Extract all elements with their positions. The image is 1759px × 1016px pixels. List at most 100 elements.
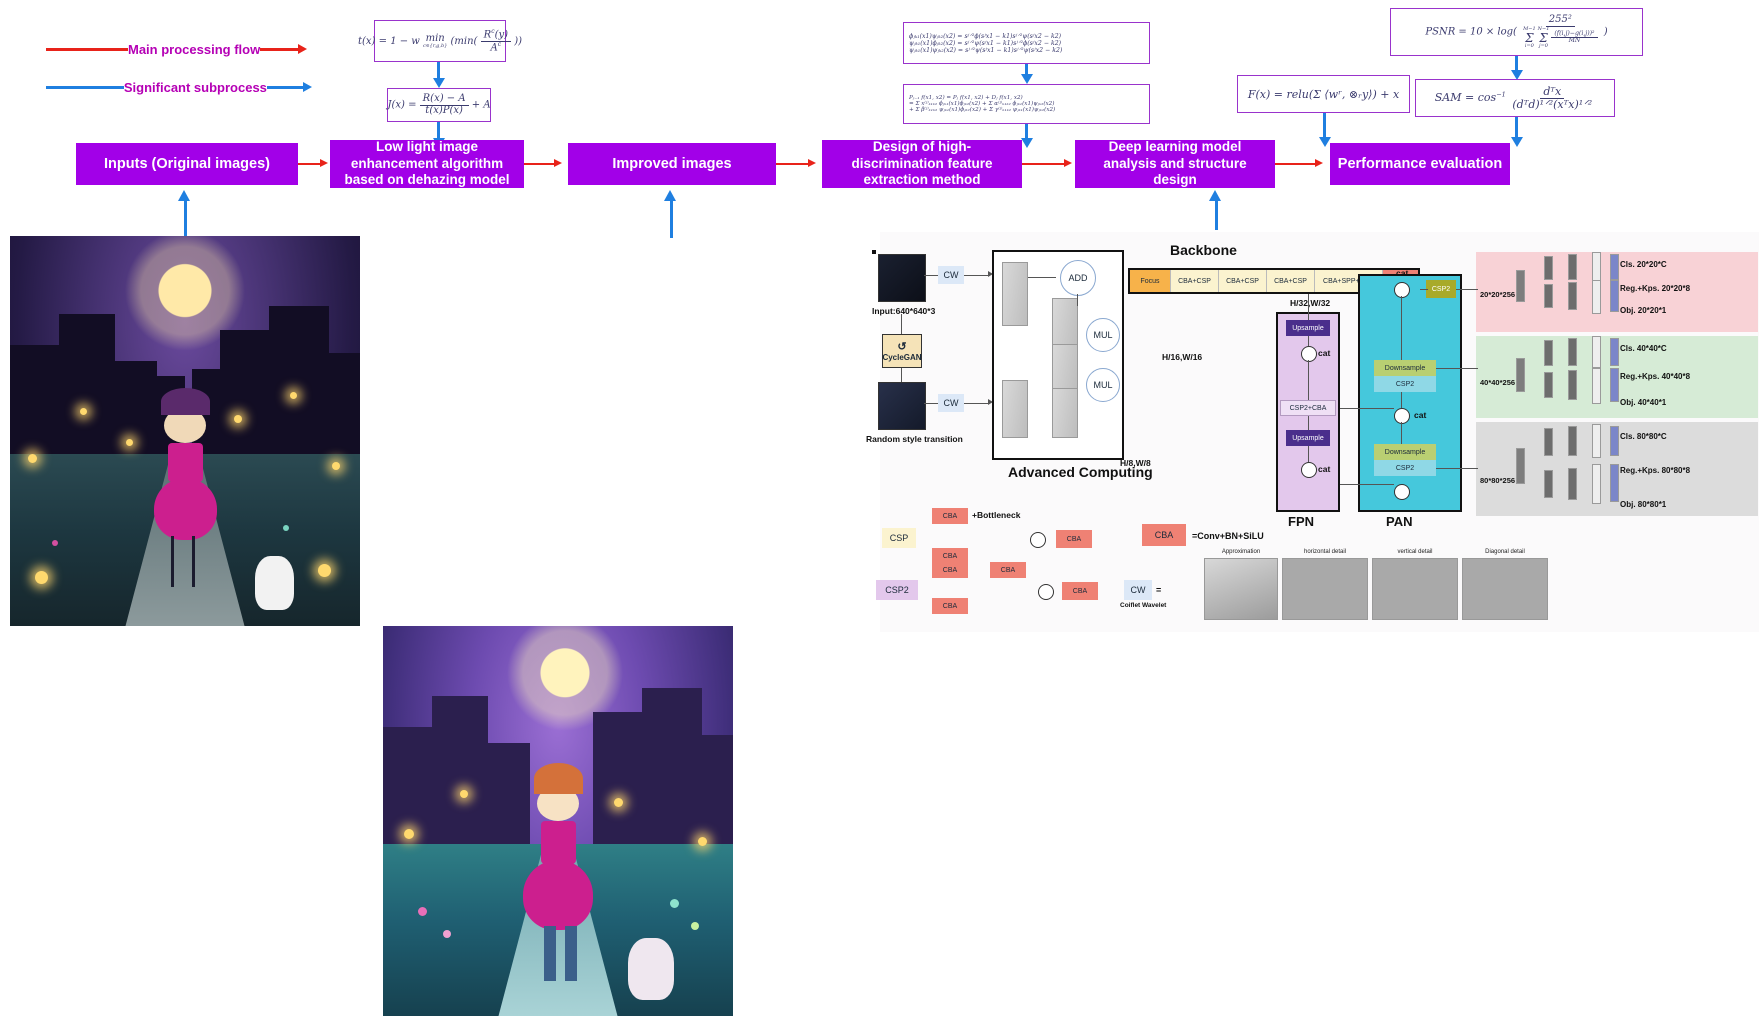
legend-cw-block: CW [1124, 580, 1152, 600]
psnr-sum2: N−1 Σ j=0 [1537, 25, 1550, 49]
formula-wavelet-decomposition: Pⱼ₋₁ f(x1, x2) = Pⱼ f(x1, x2) + Dⱼ f(x1,… [903, 84, 1150, 124]
head-output-obj-80: Obj. 80*80*1 [1620, 500, 1667, 509]
style-transition-label: Random style transition [866, 434, 963, 444]
network-architecture-diagram: Input:640*640*3 CW ↺ CycleGAN Random sty… [866, 232, 1759, 632]
flow-arrow-4 [1022, 163, 1064, 165]
input-image-thumbnail [878, 254, 926, 302]
backbone-block-cba-csp-2[interactable]: CBA+CSP [1218, 270, 1266, 292]
legend-subprocess-label: Significant subprocess [123, 79, 267, 95]
pan-downsample-2[interactable]: Downsample [1374, 444, 1436, 460]
formula-inner-close: )) [514, 35, 523, 47]
psnr-numerator: 255² [1545, 15, 1575, 27]
wavelet-label-approximation: Approximation [1221, 549, 1261, 555]
legend-csp-cba-1: CBA [932, 508, 968, 524]
head-output-obj-40: Obj. 40*40*1 [1620, 398, 1667, 407]
legend-subprocess-line [46, 85, 124, 89]
scale-label-16: H/16,W/16 [1162, 352, 1203, 362]
formula-transmission-lhs: t(x) = 1 − w [358, 35, 420, 47]
legend-cw-equals: = [1156, 585, 1162, 595]
psnr-inner-den: MN [1568, 37, 1581, 45]
process-box-low-light-label: Low light image enhancement algorithm ba… [344, 138, 510, 188]
wavelet-panel-vertical: vertical detail [1372, 549, 1458, 620]
legend-main-flow-line [46, 47, 128, 51]
min-op-subscript: c∈{r,g,b} [423, 42, 448, 49]
pan-cat-3 [1394, 484, 1410, 500]
mul-operator-2: MUL [1086, 368, 1120, 402]
arrow-down-icon [1511, 137, 1523, 147]
wavelet-label-vertical: vertical detail [1397, 549, 1433, 555]
min-operator: min c∈{r,g,b} [423, 32, 448, 49]
wavelet-panel-approximation: Approximation [1204, 549, 1278, 620]
arrow-up-icon [664, 190, 676, 201]
process-box-inputs[interactable]: Inputs (Original images) [76, 143, 298, 185]
formula-dehazing: J(x) = R(x) − A t(x)P(x) + A [387, 88, 491, 122]
arrow-up-icon [1209, 190, 1221, 201]
backbone-block-cba-csp-1[interactable]: CBA+CSP [1170, 270, 1218, 292]
backbone-block-cba-csp-3[interactable]: CBA+CSP [1266, 270, 1314, 292]
arrow-right-icon [1064, 159, 1072, 167]
connector-image2-up [670, 200, 673, 238]
min-op-label: min [425, 32, 445, 44]
psnr-lhs: PSNR = 10 × log( [1425, 26, 1517, 38]
psnr-fraction: 255² M−1 Σ i=0 N−1 Σ j=0 (f(i,j)−g(i,j))… [1520, 15, 1600, 49]
process-box-improved-images[interactable]: Improved images [568, 143, 776, 185]
legend-csp2-block: CSP2 [876, 580, 918, 600]
process-box-performance-label: Performance evaluation [1337, 155, 1503, 172]
pan-csp2-1[interactable]: CSP2 [1426, 280, 1456, 298]
process-box-feature-extraction[interactable]: Design of high-discrimination feature ex… [822, 138, 1022, 188]
arrow-right-icon [303, 82, 312, 92]
backbone-block-focus[interactable]: Focus [1130, 270, 1170, 292]
scale-label-8: H/8,W/8 [1120, 458, 1151, 468]
connector-image1-up [184, 200, 187, 238]
process-box-low-light-enhancement[interactable]: Low light image enhancement algorithm ba… [330, 138, 524, 188]
pan-csp2-2[interactable]: CSP2 [1374, 376, 1436, 392]
sam-sup: −1 [1496, 90, 1506, 99]
process-box-feature-label: Design of high-discrimination feature ex… [851, 138, 993, 188]
cw-block-top: CW [938, 266, 964, 284]
styled-image-thumbnail [878, 382, 926, 430]
wavelet-basis-line3: ψⱼₖ₁(x1)ψⱼₖ₂(x2) = sʲᐟ²ψ(sʲx1 − k1)sʲᐟ²ψ… [909, 46, 1063, 54]
process-box-deep-learning-model[interactable]: Deep learning model analysis and structu… [1075, 138, 1275, 188]
improved-image-illustration [383, 626, 733, 1016]
process-box-deep-learning-label: Deep learning model analysis and structu… [1103, 138, 1247, 188]
connector-network-up [1215, 200, 1218, 230]
fpn-upsample-2[interactable]: Upsample [1286, 430, 1330, 446]
flow-arrow-3 [776, 163, 808, 165]
fpn-csp2-cba[interactable]: CSP2+CBA [1280, 400, 1336, 416]
head-output-reg-40: Reg.+Kps. 40*40*8 [1620, 372, 1691, 381]
add-operator: ADD [1060, 260, 1096, 296]
wavelet-panel-horizontal: horizontal detail [1282, 549, 1368, 620]
cw-block-bottom: CW [938, 394, 964, 412]
arrow-right-icon [808, 159, 816, 167]
legend-csp2-cba-1: CBA [932, 562, 968, 578]
legend-main-flow: Main processing flow [46, 42, 312, 57]
input-label: Input:640*640*3 [872, 306, 936, 316]
formula-attention-text: F(x) = relu(Σ ⟨wʳ, ⊗ᵣy⟩) + x [1247, 87, 1400, 101]
wavelet-decomp-line3: + Σ β⁽ʲ⁾ₖ₁ₖ₂ ψⱼₖ₁(x1)ϕⱼₖ₂(x2) + Σ γ⁽ʲ⁾ₖ₁… [909, 107, 1056, 113]
flow-arrow-2 [524, 163, 554, 165]
formula-attention: F(x) = relu(Σ ⟨wʳ, ⊗ᵣy⟩) + x [1237, 75, 1410, 113]
pan-csp2-3[interactable]: CSP2 [1374, 460, 1436, 476]
mul-operator-1: MUL [1086, 318, 1120, 352]
legend-cw-definition: Coiflet Wavelet [1120, 602, 1167, 609]
legend-subprocess: Significant subprocess [46, 79, 312, 95]
arrow-right-icon [298, 44, 308, 54]
head-output-cls-20: Cls. 20*20*C [1620, 260, 1667, 269]
pan-cat-2-label: cat [1414, 410, 1427, 420]
formula-sam: SAM = cos−1 dᵀx (dᵀd)¹ᐟ²(xᵀx)¹ᐟ² [1415, 79, 1615, 117]
arrow-down-icon [1021, 138, 1033, 148]
sam-numerator: dᵀx [1540, 86, 1565, 99]
process-box-improved-label: Improved images [612, 155, 732, 172]
sam-denominator: (dᵀd)¹ᐟ²(xᵀx)¹ᐟ² [1512, 97, 1593, 111]
legend-concat-node [1030, 532, 1046, 548]
fpn-upsample-1[interactable]: Upsample [1286, 320, 1330, 336]
wavelet-label-horizontal: horizontal detail [1303, 549, 1347, 555]
frac-num: R(x) − A [419, 93, 469, 106]
frac-num-arg: (y) [494, 29, 509, 40]
process-box-performance-evaluation[interactable]: Performance evaluation [1330, 143, 1510, 185]
legend-subprocess-line2 [266, 85, 303, 89]
pan-title: PAN [1386, 514, 1413, 529]
formula-wavelet-basis: ϕⱼₖ₁(x1)ψⱼₖ₂(x2) = sʲᐟ²ϕ(sʲx1 − k1)sʲᐟ²ψ… [903, 22, 1150, 64]
pan-downsample-1[interactable]: Downsample [1374, 360, 1436, 376]
legend-bottleneck-label: +Bottleneck [972, 510, 1021, 520]
